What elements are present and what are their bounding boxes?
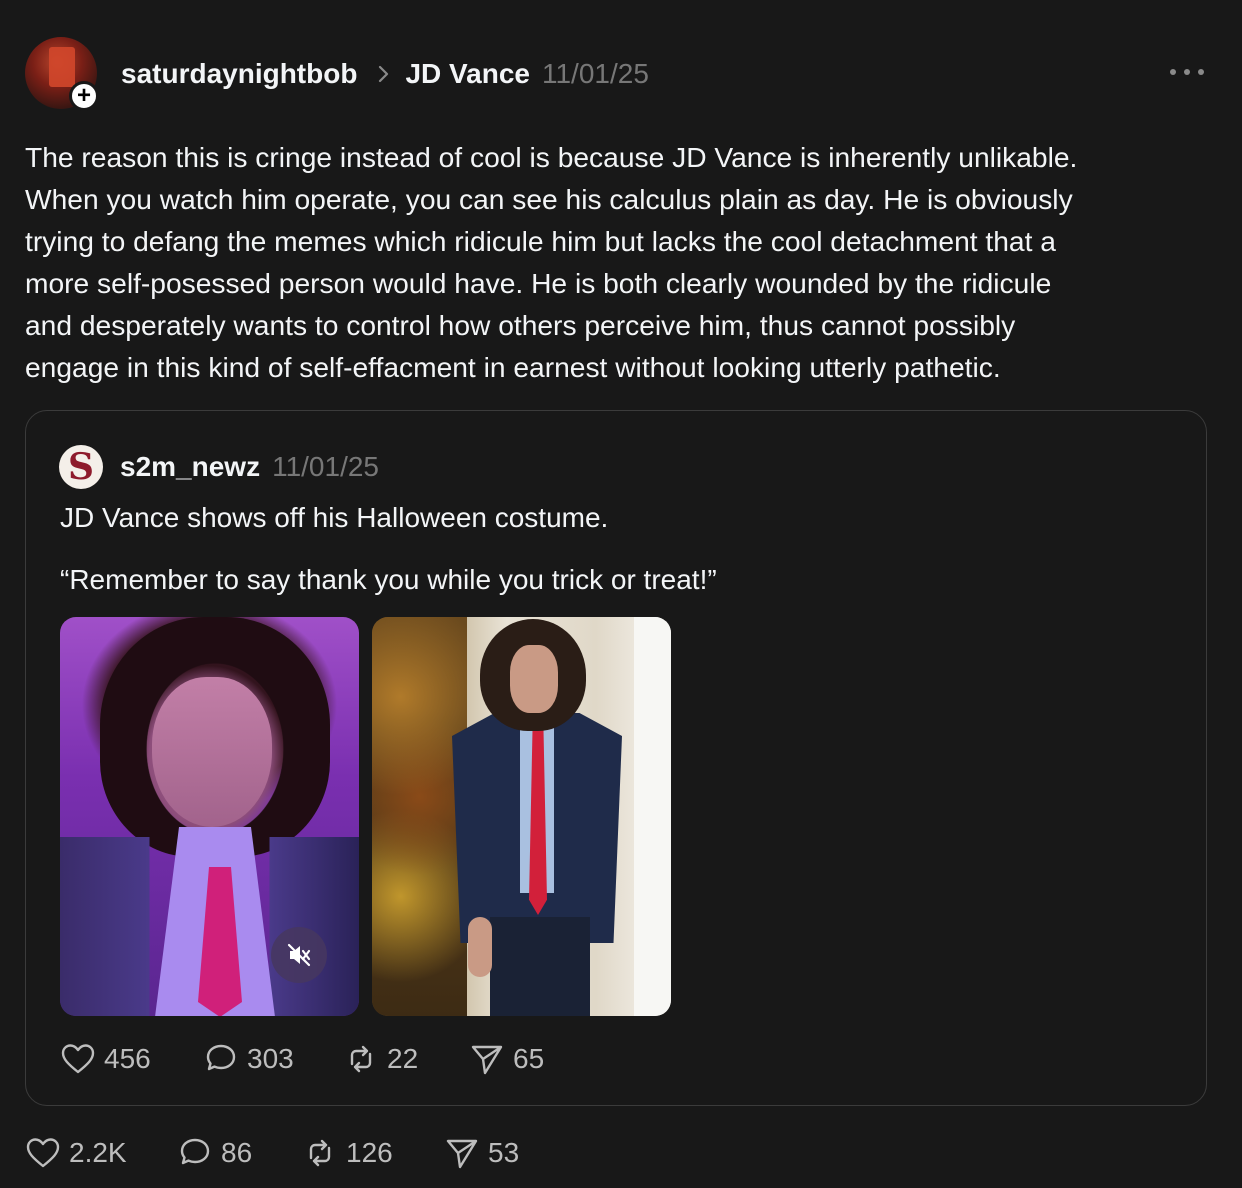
chevron-right-icon bbox=[377, 64, 391, 84]
video-thumbnail-1[interactable] bbox=[60, 617, 359, 1016]
video-2-face bbox=[510, 645, 558, 713]
repost-icon bbox=[309, 1139, 331, 1167]
quoted-repost-button[interactable]: 22 bbox=[343, 1042, 469, 1076]
quoted-post-action-bar: 456 303 22 65 bbox=[60, 1042, 544, 1076]
video-2-hand bbox=[468, 917, 492, 977]
video-1-face bbox=[152, 677, 272, 827]
more-options-icon[interactable] bbox=[1170, 62, 1204, 82]
author-avatar-wrapper[interactable]: + bbox=[25, 37, 99, 111]
quoted-reply-count: 303 bbox=[247, 1043, 294, 1074]
video-2-door bbox=[634, 617, 671, 1016]
quoted-like-count: 456 bbox=[104, 1043, 151, 1074]
quoted-share-count: 65 bbox=[513, 1043, 545, 1074]
quoted-post-text-line-1: JD Vance shows off his Halloween costume… bbox=[60, 502, 609, 533]
quoted-post-text-line-2: “Remember to say thank you while you tri… bbox=[60, 564, 717, 595]
quoted-author-username[interactable]: s2m_newz bbox=[120, 451, 260, 483]
post-date: 11/01/25 bbox=[541, 58, 649, 89]
muted-speaker-icon[interactable] bbox=[271, 927, 327, 983]
quoted-author-avatar[interactable]: S bbox=[59, 445, 103, 489]
repost-button[interactable]: 126 bbox=[302, 1136, 444, 1170]
post-header: saturdaynightbob JD Vance 11/01/25 bbox=[121, 56, 649, 92]
more-dot bbox=[1184, 69, 1190, 75]
send-icon bbox=[471, 1045, 503, 1075]
quoted-like-button[interactable]: 456 bbox=[60, 1042, 203, 1076]
quoted-reply-button[interactable]: 303 bbox=[203, 1042, 343, 1076]
repost-icon bbox=[350, 1045, 372, 1073]
topic-link[interactable]: JD Vance bbox=[405, 58, 530, 90]
follow-plus-icon[interactable]: + bbox=[69, 81, 99, 111]
post-body-text: The reason this is cringe instead of coo… bbox=[25, 141, 1078, 383]
video-2-pants bbox=[490, 917, 590, 1016]
quoted-post-card[interactable]: S s2m_newz 11/01/25 JD Vance shows off h… bbox=[25, 410, 1207, 1106]
reply-count: 86 bbox=[221, 1137, 253, 1168]
like-count: 2.2K bbox=[69, 1137, 127, 1168]
like-button[interactable]: 2.2K bbox=[25, 1136, 177, 1170]
send-icon bbox=[446, 1139, 478, 1169]
reply-button[interactable]: 86 bbox=[177, 1136, 302, 1170]
heart-icon bbox=[61, 1044, 95, 1074]
share-count: 53 bbox=[488, 1137, 520, 1168]
post-action-bar: 2.2K 86 126 53 bbox=[25, 1136, 519, 1170]
more-dot bbox=[1170, 69, 1176, 75]
author-username[interactable]: saturdaynightbob bbox=[121, 58, 357, 90]
share-button[interactable]: 53 bbox=[444, 1136, 519, 1170]
more-dot bbox=[1198, 69, 1204, 75]
quoted-repost-count: 22 bbox=[387, 1043, 419, 1074]
comment-icon bbox=[180, 1138, 210, 1165]
quoted-share-button[interactable]: 65 bbox=[469, 1042, 544, 1076]
quoted-post-header: s2m_newz 11/01/25 bbox=[120, 449, 379, 485]
video-2-autumn-leaves bbox=[372, 617, 467, 1016]
video-thumbnail-2[interactable] bbox=[372, 617, 671, 1016]
comment-icon bbox=[206, 1044, 236, 1071]
heart-icon bbox=[26, 1138, 60, 1168]
repost-count: 126 bbox=[346, 1137, 393, 1168]
quoted-post-date: 11/01/25 bbox=[272, 451, 379, 482]
